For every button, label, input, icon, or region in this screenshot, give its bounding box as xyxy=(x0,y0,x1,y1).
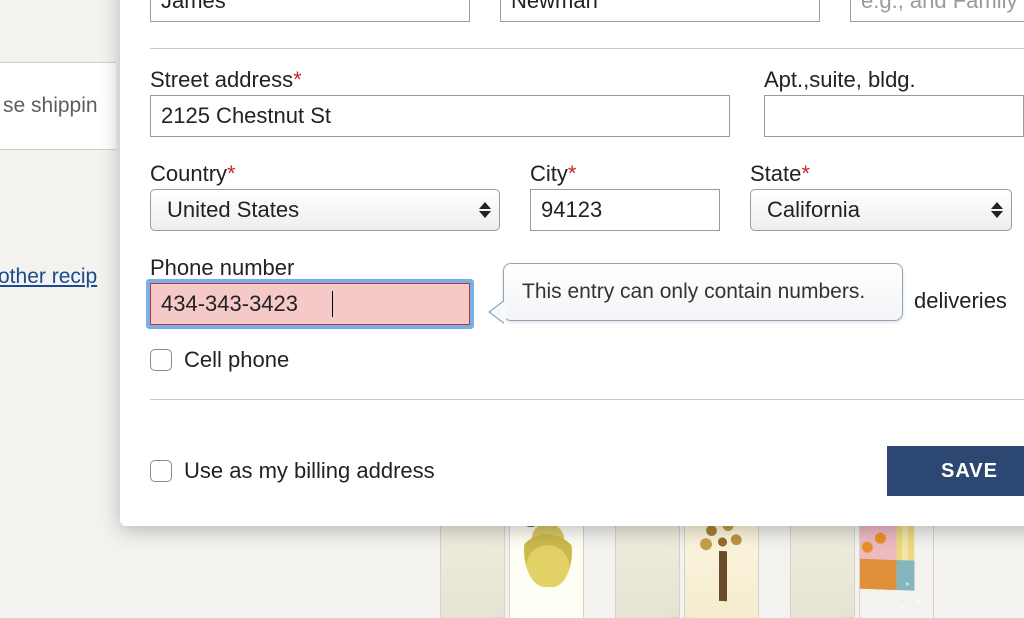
country-label-text: Country xyxy=(150,161,227,186)
country-label: Country* xyxy=(150,161,500,187)
state-label: State* xyxy=(750,161,1012,187)
deliveries-text-fragment: deliveries xyxy=(914,288,1007,314)
billing-address-checkbox[interactable] xyxy=(150,460,172,482)
required-marker: * xyxy=(293,67,302,92)
country-select[interactable]: United States xyxy=(150,189,500,231)
cell-phone-checkbox[interactable] xyxy=(150,349,172,371)
other-recipient-text: other recip xyxy=(0,265,97,288)
address-form-modal: Street address* Apt.,suite, bldg. Countr… xyxy=(120,0,1024,526)
shipping-tab-fragment: se shippin xyxy=(0,62,116,150)
country-value: United States xyxy=(167,197,299,223)
city-label-text: City xyxy=(530,161,568,186)
city-label: City* xyxy=(530,161,720,187)
cell-phone-checkbox-label: Cell phone xyxy=(184,347,289,373)
save-button-label: SAVE xyxy=(941,460,998,483)
street-address-label-text: Street address xyxy=(150,67,293,92)
street-address-input[interactable] xyxy=(150,95,730,137)
required-marker: * xyxy=(227,161,236,186)
city-input[interactable] xyxy=(530,189,720,231)
state-label-text: State xyxy=(750,161,801,186)
select-arrows-icon xyxy=(479,202,491,218)
phone-number-input[interactable] xyxy=(150,283,470,325)
divider xyxy=(150,399,1024,400)
billing-address-checkbox-label: Use as my billing address xyxy=(184,458,435,484)
state-value: California xyxy=(767,197,860,223)
state-select[interactable]: California xyxy=(750,189,1012,231)
other-recipient-link-fragment[interactable]: other recip xyxy=(0,265,97,289)
save-button[interactable]: SAVE xyxy=(887,446,1024,496)
required-marker: * xyxy=(801,161,810,186)
select-arrows-icon xyxy=(991,202,1003,218)
apt-label: Apt.,suite, bldg. xyxy=(764,67,1024,93)
street-address-label: Street address* xyxy=(150,67,730,93)
phone-label: Phone number xyxy=(150,255,470,281)
text-caret xyxy=(332,291,333,317)
validation-tooltip: This entry can only contain numbers. xyxy=(503,263,903,321)
name-suffix-input[interactable] xyxy=(850,0,1024,22)
shipping-tab-text: se shippin xyxy=(3,94,98,118)
first-name-input[interactable] xyxy=(150,0,470,22)
apt-input[interactable] xyxy=(764,95,1024,137)
validation-message: This entry can only contain numbers. xyxy=(522,280,865,303)
last-name-input[interactable] xyxy=(500,0,820,22)
required-marker: * xyxy=(568,161,577,186)
divider xyxy=(150,48,1024,49)
